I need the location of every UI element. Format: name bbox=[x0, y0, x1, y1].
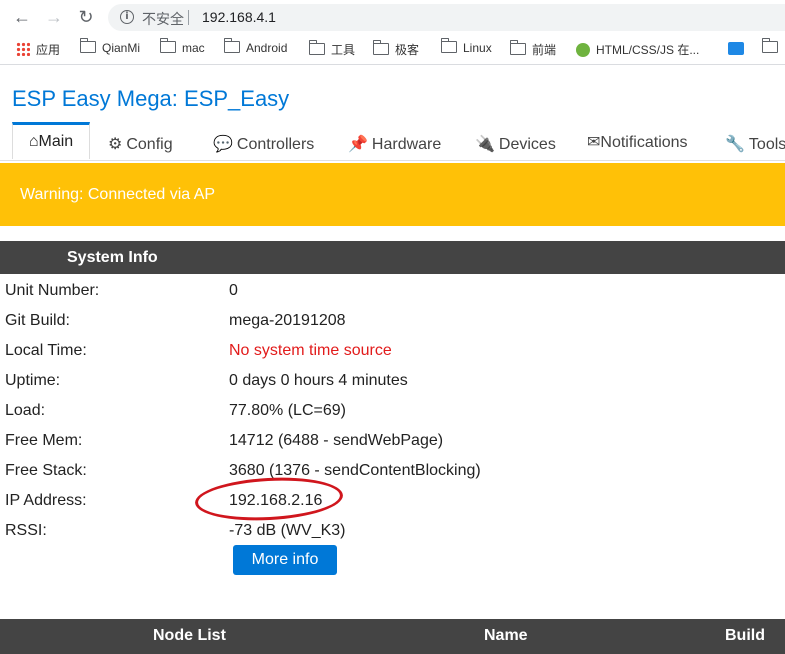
folder-icon bbox=[223, 38, 240, 53]
row-label-free-mem: Free Mem: bbox=[5, 432, 83, 449]
forward-arrow-icon[interactable]: → bbox=[44, 7, 64, 27]
back-arrow-icon[interactable]: ← bbox=[12, 7, 32, 27]
folder-icon bbox=[79, 38, 96, 53]
row-label-free-stack: Free Stack: bbox=[5, 462, 87, 479]
bookmark-mac[interactable]: mac bbox=[159, 38, 205, 55]
tab-controllers[interactable]: 💬 Controllers bbox=[213, 134, 314, 154]
url-text[interactable]: 192.168.4.1 bbox=[202, 9, 276, 25]
row-label-load: Load: bbox=[5, 402, 46, 419]
bookmarks-bar: 应用 QianMi mac Android 工具 极客 Linux 前端 HTM… bbox=[0, 34, 785, 65]
tab-devices[interactable]: 🔌 Devices bbox=[475, 134, 556, 154]
tab-tools[interactable]: 🔧 Tools bbox=[725, 134, 785, 154]
row-label-unit-number: Unit Number: bbox=[5, 282, 100, 299]
reload-icon[interactable]: ↻ bbox=[76, 7, 96, 27]
pushpin-icon: 📌 bbox=[348, 136, 368, 153]
row-label-rssi: RSSI: bbox=[5, 522, 47, 539]
folder-icon bbox=[509, 40, 526, 55]
row-label-ip-address: IP Address: bbox=[5, 492, 87, 509]
page-title: ESP Easy Mega: ESP_Easy bbox=[12, 86, 290, 111]
ip-highlight-ellipse bbox=[194, 474, 344, 524]
plug-icon: 🔌 bbox=[475, 136, 495, 153]
row-value-uptime: 0 days 0 hours 4 minutes bbox=[229, 372, 408, 389]
warning-banner: Warning: Connected via AP bbox=[0, 163, 785, 226]
tab-main[interactable]: ⌂Main bbox=[12, 122, 90, 159]
security-label: 不安全 bbox=[142, 11, 184, 27]
bookmark-html-css-js[interactable]: HTML/CSS/JS 在... bbox=[576, 41, 699, 58]
system-info-title: System Info bbox=[67, 249, 158, 266]
folder-icon bbox=[159, 38, 176, 53]
bookmark-android[interactable]: Android bbox=[223, 38, 287, 55]
folder-icon bbox=[761, 38, 778, 53]
wrench-icon: 🔧 bbox=[725, 136, 745, 153]
apps-grid-icon bbox=[16, 42, 30, 56]
main-tabs: ⌂Main ⚙ Config 💬 Controllers 📌 Hardware 🔌 De… bbox=[0, 122, 785, 161]
folder-icon bbox=[308, 40, 325, 55]
node-list-column: Node List bbox=[153, 627, 226, 644]
system-info-header: System Info bbox=[0, 241, 785, 274]
bookmark-geek[interactable]: 极客 bbox=[372, 40, 419, 58]
tab-config[interactable]: ⚙ Config bbox=[108, 134, 173, 154]
name-column: Name bbox=[484, 627, 528, 644]
row-value-local-time: No system time source bbox=[229, 342, 392, 359]
row-value-git-build: mega-20191208 bbox=[229, 312, 346, 329]
bookmark-qianmi[interactable]: QianMi bbox=[79, 38, 140, 55]
html-extension-icon bbox=[576, 43, 590, 57]
bookmark-linux[interactable]: Linux bbox=[440, 38, 492, 55]
bookmark-frontend[interactable]: 前端 bbox=[509, 40, 556, 58]
row-label-git-build: Git Build: bbox=[5, 312, 70, 329]
address-separator bbox=[188, 10, 189, 25]
envelope-icon: ✉ bbox=[587, 134, 601, 151]
address-bar[interactable]: i 不安全 192.168.4.1 bbox=[108, 4, 785, 31]
bookmark-overflow[interactable] bbox=[761, 38, 784, 55]
browser-toolbar: ← → ↻ i 不安全 192.168.4.1 bbox=[0, 0, 785, 34]
row-value-rssi: -73 dB (WV_K3) bbox=[229, 522, 346, 539]
folder-icon bbox=[440, 38, 457, 53]
bookmark-tools[interactable]: 工具 bbox=[308, 40, 355, 58]
node-list-header: Node List Name Build bbox=[0, 619, 785, 654]
gear-icon: ⚙ bbox=[108, 136, 123, 153]
warning-text: Warning: Connected via AP bbox=[20, 186, 216, 203]
row-value-free-mem: 14712 (6488 - sendWebPage) bbox=[229, 432, 444, 449]
more-info-button[interactable]: More info bbox=[233, 545, 337, 575]
mail-extension-icon[interactable] bbox=[728, 42, 744, 55]
speech-bubble-icon: 💬 bbox=[213, 136, 233, 153]
tab-notifications[interactable]: ✉Notifications bbox=[587, 132, 688, 152]
build-column: Build bbox=[725, 627, 765, 644]
row-label-local-time: Local Time: bbox=[5, 342, 87, 359]
row-label-uptime: Uptime: bbox=[5, 372, 61, 389]
row-value-load: 77.80% (LC=69) bbox=[229, 402, 346, 419]
row-value-unit-number: 0 bbox=[229, 282, 238, 299]
folder-icon bbox=[372, 40, 389, 55]
tab-hardware[interactable]: 📌 Hardware bbox=[348, 134, 441, 154]
info-icon[interactable]: i bbox=[120, 10, 134, 24]
bookmark-apps[interactable]: 应用 bbox=[16, 41, 60, 58]
